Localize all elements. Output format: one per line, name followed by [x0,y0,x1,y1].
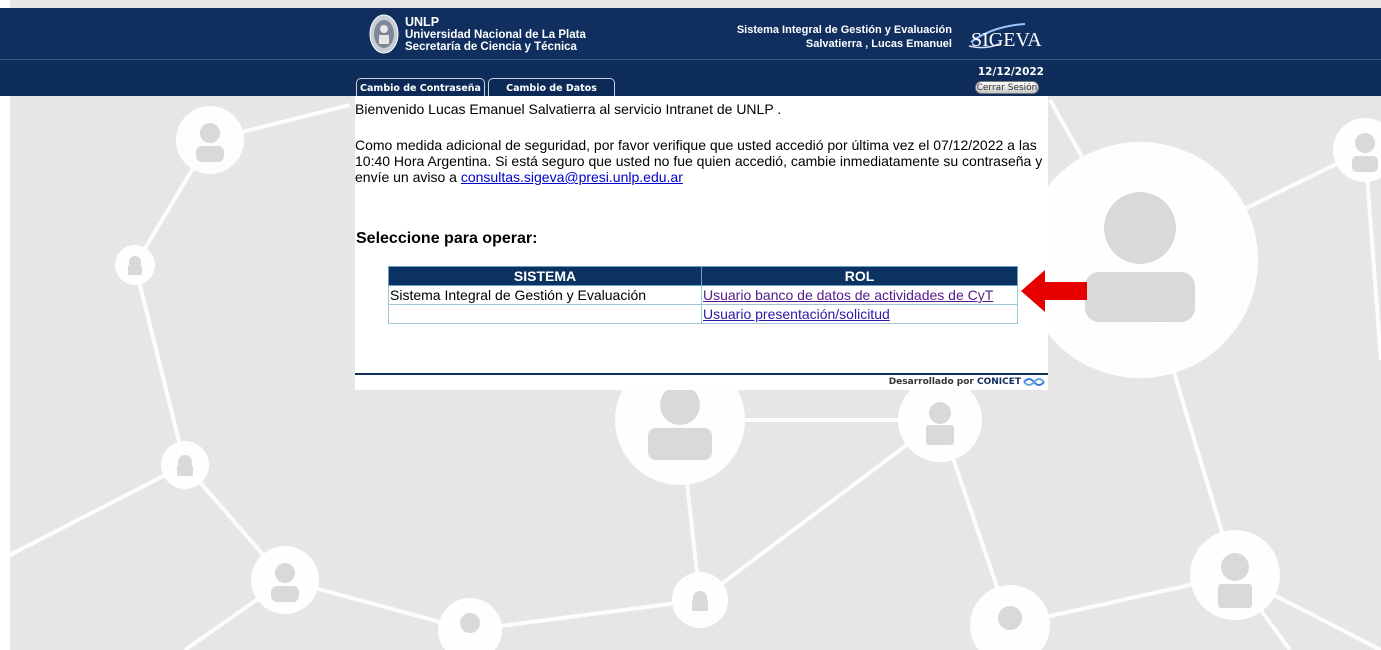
select-heading: Seleccione para operar: [356,230,538,247]
sigeva-logo: SIGEVA [968,23,1042,51]
red-arrow-annotation-icon [1021,270,1087,312]
conicet-logo-icon [1023,378,1045,386]
header-bar [0,8,1381,60]
contact-email-link[interactable]: consultas.sigeva@presi.unlp.edu.ar [461,169,683,185]
system-cell: Sistema Integral de Gestión y Evaluación [388,285,702,305]
sigeva-logo-text: SIGEVA [971,29,1042,51]
column-header-system: SISTEMA [388,266,702,286]
main-panel: Bienvenido Lucas Emanuel Salvatierra al … [355,96,1048,390]
role-link-submission[interactable]: Usuario presentación/solicitud [703,306,890,322]
table-row: Usuario presentación/solicitud [388,304,1018,324]
security-notice: Como medida adicional de seguridad, por … [355,137,1045,185]
roles-table: SISTEMA ROL Sistema Integral de Gestión … [388,266,1018,324]
role-link-cyt-data-bank[interactable]: Usuario banco de datos de actividades de… [703,287,993,303]
institution-abbr: UNLP [405,15,440,29]
tab-change-password[interactable]: Cambio de Contraseña [356,78,485,96]
tab-change-data[interactable]: Cambio de Datos [488,78,615,96]
table-header-row: SISTEMA ROL [388,266,1018,286]
left-edge [0,0,10,650]
table-row: Sistema Integral de Gestión y Evaluación… [388,285,1018,305]
footer-divider [355,373,1048,375]
system-name: Sistema Integral de Gestión y Evaluación [736,24,952,36]
logout-button[interactable]: Cerrar Sesión [975,81,1039,94]
user-name: Salvatierra , Lucas Emanuel [805,38,952,50]
institution-dept: Secretaría de Ciencia y Técnica [405,41,577,53]
nav-bar [0,60,1381,96]
unlp-seal-icon [369,14,399,54]
column-header-role: ROL [701,266,1018,286]
current-date: 12/12/2022 [977,66,1044,78]
footer-org: CONICET [976,377,1021,387]
header-divider [0,59,1381,60]
system-cell [388,304,702,324]
footer-credit: Desarrollado por CONICET [889,377,1021,387]
footer-developed-by: Desarrollado por [888,377,974,387]
role-cell: Usuario banco de datos de actividades de… [701,285,1018,305]
welcome-message: Bienvenido Lucas Emanuel Salvatierra al … [355,101,782,117]
security-notice-text: Como medida adicional de seguridad, por … [355,137,1043,185]
institution-name: Universidad Nacional de La Plata [405,29,586,41]
role-cell: Usuario presentación/solicitud [701,304,1018,324]
